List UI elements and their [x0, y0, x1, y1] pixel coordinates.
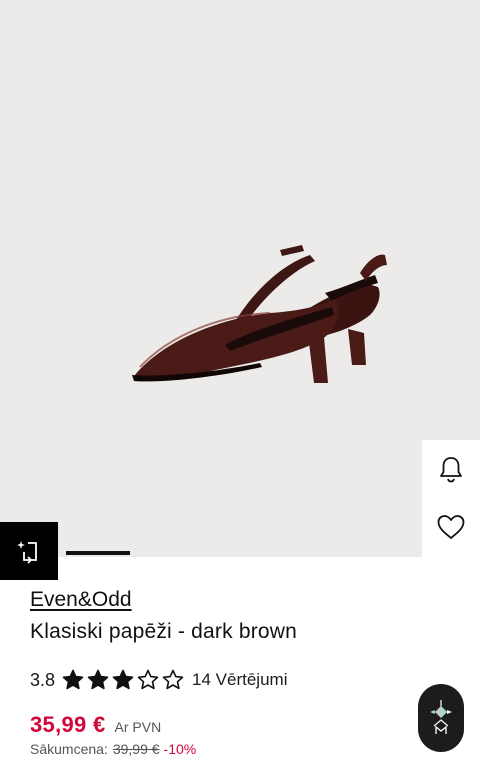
star-filled-icon	[112, 669, 134, 690]
star-filled-icon	[87, 669, 109, 690]
original-price-label: Sākumcena:	[30, 741, 108, 757]
star-outline-icon	[162, 669, 184, 690]
product-photo-shoes	[132, 245, 387, 383]
similar-items-icon	[17, 541, 37, 564]
star-filled-icon	[62, 669, 84, 690]
notify-button[interactable]	[422, 440, 480, 498]
bell-icon	[440, 457, 462, 483]
assistant-button[interactable]	[418, 684, 464, 752]
star-outline-icon	[137, 669, 159, 690]
rating-stars	[61, 668, 186, 692]
original-price: 39,99 €	[112, 741, 160, 757]
product-image[interactable]	[0, 0, 480, 557]
reviews-count: 14 Vērtējumi	[192, 670, 288, 689]
discount-badge: -10%	[163, 741, 197, 757]
original-price-row: Sākumcena: 39,99 € -10%	[30, 741, 196, 757]
similar-items-button[interactable]	[0, 522, 58, 580]
assistant-logo-icon	[430, 700, 452, 734]
brand-link[interactable]: Even&Odd	[30, 588, 132, 612]
price-row: 35,99 € Ar PVN	[30, 712, 161, 738]
product-title: Klasiski papēži - dark brown	[30, 620, 298, 643]
heart-icon	[437, 515, 465, 539]
gallery-progress	[66, 551, 480, 555]
rating-value: 3.8	[30, 669, 56, 690]
current-price: 35,99 €	[30, 712, 106, 737]
side-actions	[422, 440, 480, 558]
gallery-progress-active	[66, 551, 130, 555]
wishlist-button[interactable]	[422, 498, 480, 556]
rating-summary[interactable]: 3.8 14 Vērtējumi	[30, 667, 287, 693]
vat-label: Ar PVN	[114, 719, 162, 735]
